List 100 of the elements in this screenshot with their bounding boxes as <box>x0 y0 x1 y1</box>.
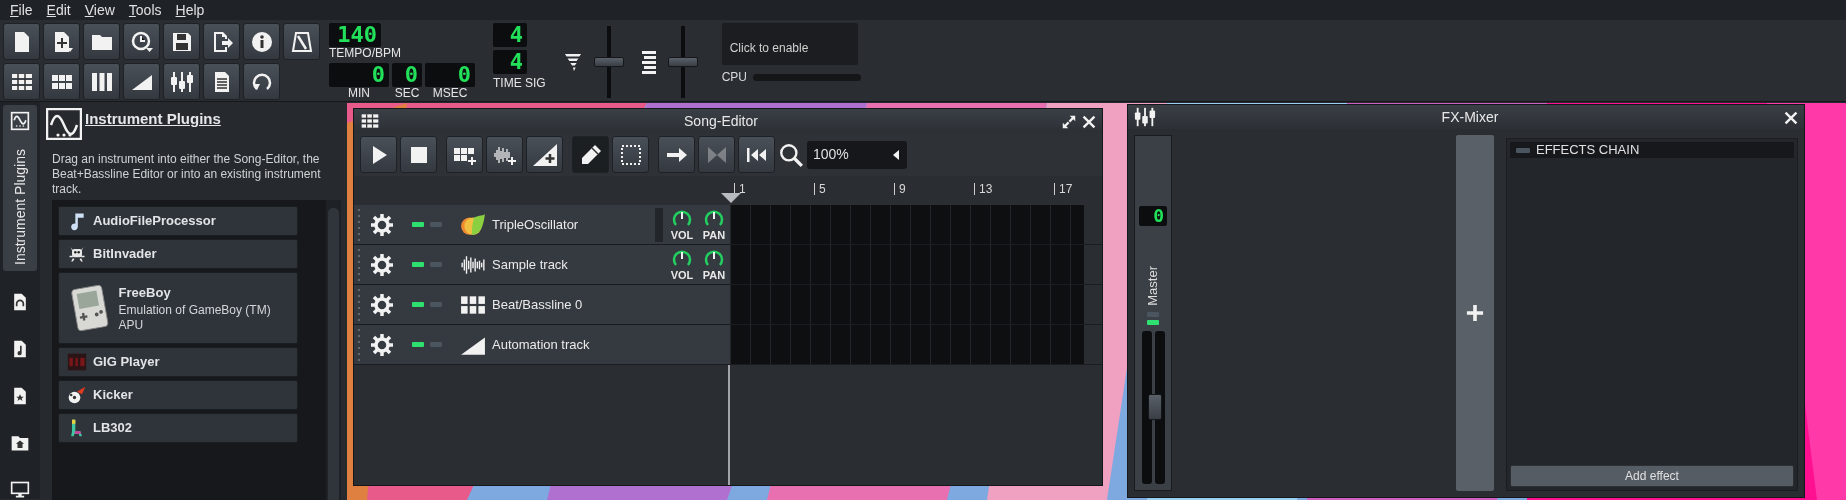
time-label: MSEC <box>432 87 468 100</box>
menu-item[interactable]: File <box>3 0 40 20</box>
plugin-description: Emulation of GameBoy (TM) APU <box>118 302 272 333</box>
track-settings-button[interactable] <box>370 212 394 237</box>
back-to-start-button[interactable] <box>738 136 775 173</box>
stop-button[interactable] <box>400 136 437 173</box>
piano-roll-button[interactable] <box>83 63 120 100</box>
time-signature-label: TIME SIG <box>493 77 546 90</box>
beat-editor-button[interactable] <box>43 63 80 100</box>
menu-item[interactable]: View <box>77 0 122 20</box>
solo-toggle[interactable] <box>1147 311 1159 317</box>
open-button[interactable] <box>83 23 120 60</box>
add-automation-track-button[interactable] <box>526 136 563 173</box>
track-header[interactable]: Automation track <box>354 325 730 364</box>
select-mode-button[interactable] <box>612 136 649 173</box>
mute-toggle[interactable] <box>412 342 424 347</box>
time-display: 0 <box>392 63 422 87</box>
recent-button[interactable] <box>123 23 160 60</box>
track-name: Automation track <box>492 335 591 354</box>
solo-toggle[interactable] <box>430 222 442 227</box>
solo-toggle[interactable] <box>430 342 442 347</box>
time-display: 0 <box>329 63 389 87</box>
mixer-channel[interactable]: 0 Master <box>1134 135 1172 491</box>
leaf-icon <box>460 211 486 238</box>
effects-toggle[interactable] <box>1516 147 1530 153</box>
caret-icon <box>891 147 901 162</box>
cpu-graph[interactable]: Click to enable <box>721 23 858 65</box>
export-button[interactable] <box>203 23 240 60</box>
maximize-icon <box>1062 114 1076 129</box>
mute-toggle[interactable] <box>412 262 424 267</box>
metronome-button[interactable] <box>283 23 320 60</box>
info-button[interactable] <box>243 23 280 60</box>
drag-handle-icon <box>357 286 361 323</box>
track-settings-button[interactable] <box>370 332 394 357</box>
knob-label: VOL <box>670 230 694 241</box>
add-sample-track-button[interactable] <box>486 136 523 173</box>
track-header[interactable]: TripleOscillator VOL PAN <box>354 205 730 244</box>
solo-toggle[interactable] <box>430 302 442 307</box>
song-editor-icon <box>360 111 380 131</box>
notes-button[interactable] <box>203 63 240 100</box>
auto-scroll-button[interactable] <box>658 136 695 173</box>
monitor-icon <box>10 479 30 500</box>
solo-toggle[interactable] <box>430 262 442 267</box>
slider-thumb[interactable] <box>667 57 698 67</box>
mixer-button[interactable] <box>163 63 200 100</box>
track-settings-button[interactable] <box>370 252 394 277</box>
track-settings-button[interactable] <box>370 292 394 317</box>
plugin-item[interactable]: FreeBoy Emulation of GameBoy (TM) APU <box>58 272 298 344</box>
time-label: MIN <box>348 87 370 100</box>
close-icon <box>1784 110 1798 125</box>
gear-icon <box>370 252 394 277</box>
track-header[interactable]: Beat/Bassline 0 <box>354 285 730 324</box>
controller-button[interactable] <box>243 63 280 100</box>
menu-item[interactable]: Help <box>168 0 212 20</box>
plugin-item[interactable]: AudioFileProcessor <box>58 206 298 236</box>
plugin-name: GIG Player <box>93 352 160 371</box>
track-header[interactable]: Sample track VOL PAN <box>354 245 730 284</box>
mute-toggle[interactable] <box>1147 319 1159 325</box>
drag-handle-icon <box>357 246 361 283</box>
song-editor-button[interactable] <box>3 63 40 100</box>
volume-fader[interactable] <box>1141 330 1165 484</box>
ramp-plus-icon <box>532 142 557 167</box>
zoom-dropdown[interactable]: 100% <box>807 140 907 169</box>
plugin-item[interactable]: BitInvader <box>58 239 298 269</box>
automation-editor-button[interactable] <box>123 63 160 100</box>
plugin-name: BitInvader <box>93 245 157 264</box>
mute-toggle[interactable] <box>412 302 424 307</box>
oscilloscope-icon <box>46 108 82 140</box>
save-button[interactable] <box>163 23 200 60</box>
knob-label: VOL <box>670 270 694 281</box>
plugin-item[interactable]: LB302 <box>58 412 298 443</box>
menu-item[interactable]: Edit <box>39 0 78 20</box>
play-button[interactable] <box>360 136 397 173</box>
bar-number: 17 <box>1054 183 1073 195</box>
slider-thumb[interactable] <box>593 57 624 67</box>
gear-icon <box>370 212 394 237</box>
dotted-square-icon <box>618 142 643 167</box>
add-beat-track-button[interactable] <box>446 136 483 173</box>
zoom-icon <box>778 141 804 168</box>
time-label: SEC <box>394 87 420 100</box>
section-title: EFFECTS CHAIN <box>1536 141 1640 160</box>
plugin-item[interactable]: Kicker <box>58 379 298 410</box>
side-tab[interactable]: Instrument Plugins <box>3 105 37 271</box>
playhead-marker <box>721 193 741 203</box>
mute-toggle[interactable] <box>412 222 424 227</box>
mixer-icon <box>169 69 194 94</box>
bar-number: 13 <box>974 183 993 195</box>
plugin-item[interactable]: GIG Player <box>58 346 298 377</box>
template-button[interactable] <box>43 23 80 60</box>
plugin-name: AudioFileProcessor <box>93 212 216 231</box>
scrollbar[interactable] <box>326 200 341 500</box>
add-effect-button[interactable]: Add effect <box>1510 465 1794 487</box>
draw-mode-button[interactable] <box>572 136 609 173</box>
close-icon <box>1082 114 1096 129</box>
new-button[interactable] <box>3 23 40 60</box>
window-title: Song-Editor <box>684 112 758 129</box>
window-title: FX-Mixer <box>1441 108 1499 125</box>
tempo-label: TEMPO/BPM <box>329 47 401 60</box>
menu-item[interactable]: Tools <box>121 0 169 20</box>
channel-name: Master <box>1144 266 1162 306</box>
